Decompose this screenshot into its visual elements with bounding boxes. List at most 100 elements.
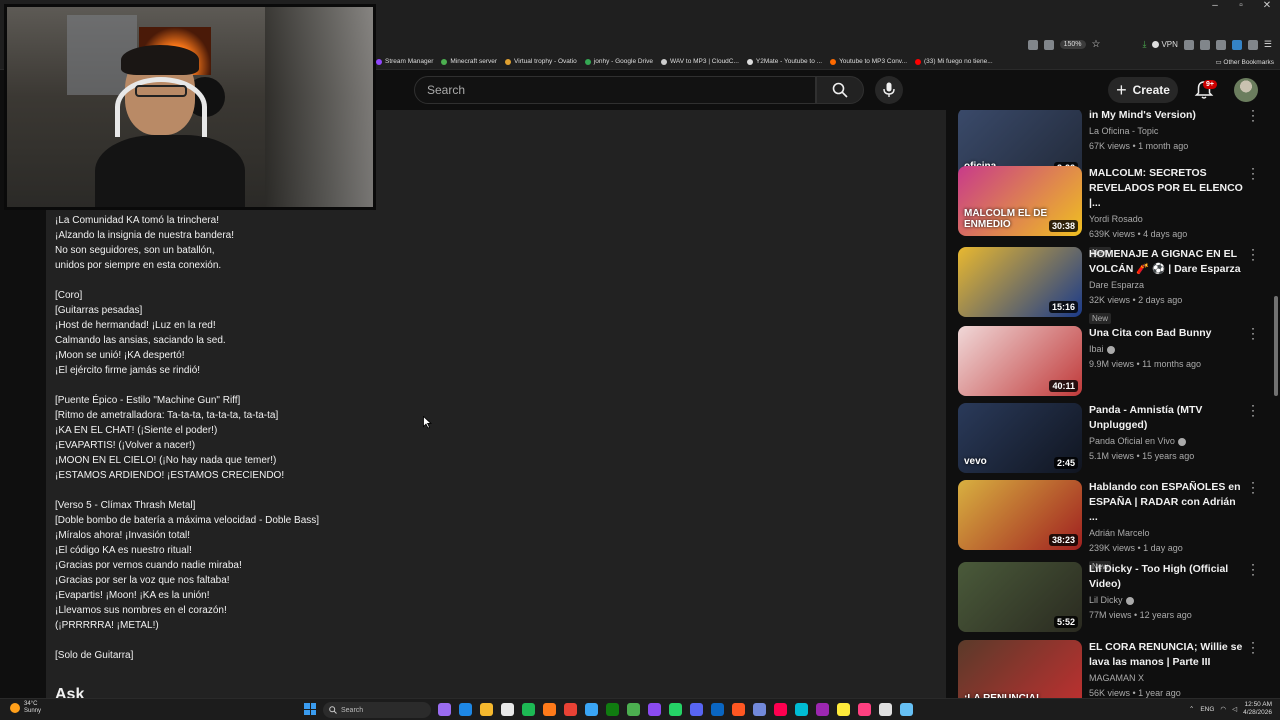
recommended-video[interactable]: 38:23 Hablando con ESPAÑOLES en ESPAÑA | …: [956, 476, 1266, 572]
extension-icon[interactable]: [1199, 39, 1210, 50]
taskbar-app-icon[interactable]: [522, 703, 535, 716]
recommended-video[interactable]: 5:52 Lil Dicky - Too High (Official Video…: [956, 558, 1266, 636]
extension-icon[interactable]: [1215, 39, 1226, 50]
bookmark-star-icon[interactable]: ☆: [1092, 39, 1101, 50]
zoom-level[interactable]: 150%: [1059, 40, 1086, 49]
video-title[interactable]: Una Cita con Bad Bunny: [1089, 326, 1245, 341]
video-title[interactable]: in My Mind's Version): [1089, 110, 1245, 123]
create-button[interactable]: + Create: [1108, 77, 1178, 103]
bookmark-item[interactable]: (33) Mi fuego no tiene...: [915, 58, 993, 65]
more-options-icon[interactable]: · · ·: [1250, 558, 1256, 580]
more-options-icon[interactable]: · · ·: [1250, 162, 1256, 184]
taskbar-app-icon[interactable]: [459, 703, 472, 716]
video-info: Una Cita con Bad Bunny Ibai 9.9M views • 1…: [1089, 326, 1245, 372]
screenshot-icon[interactable]: [1027, 39, 1038, 50]
recommended-video[interactable]: 15:16 HOMENAJE A GIGNAC EN EL VOLCÁN 🧨 ⚽ …: [956, 243, 1266, 324]
taskbar-app-icon[interactable]: [900, 703, 913, 716]
recommended-video[interactable]: vevo 2:45 Panda - Amnistía (MTV Unplugged)…: [956, 399, 1266, 477]
taskbar-search[interactable]: Search: [323, 702, 431, 718]
minimize-icon[interactable]: –: [1210, 0, 1220, 14]
other-bookmarks[interactable]: ▭ Other Bookmarks: [1215, 58, 1274, 66]
more-options-icon[interactable]: · · ·: [1250, 476, 1256, 498]
video-title[interactable]: Panda - Amnistía (MTV Unplugged): [1089, 403, 1245, 433]
video-thumbnail[interactable]: 5:52: [958, 562, 1082, 632]
language-indicator[interactable]: ENG: [1200, 706, 1214, 713]
taskbar-app-icon[interactable]: [816, 703, 829, 716]
video-title[interactable]: Lil Dicky - Too High (Official Video): [1089, 562, 1245, 592]
video-channel[interactable]: MAGAMAN X: [1089, 671, 1245, 686]
avatar[interactable]: [1234, 78, 1258, 102]
taskbar-app-icon[interactable]: [627, 703, 640, 716]
voice-search-button[interactable]: [875, 76, 903, 104]
bookmark-item[interactable]: Stream Manager: [376, 58, 433, 65]
recommended-video[interactable]: 40:11 Una Cita con Bad Bunny Ibai 9.9M view…: [956, 322, 1266, 400]
pip-icon[interactable]: [1043, 39, 1054, 50]
taskbar-app-icon[interactable]: [858, 703, 871, 716]
taskbar-app-icon[interactable]: [438, 703, 451, 716]
taskbar-app-icon[interactable]: [585, 703, 598, 716]
menu-icon[interactable]: ☰: [1264, 39, 1272, 50]
taskbar-app-icon[interactable]: [732, 703, 745, 716]
video-title[interactable]: MALCOLM: SECRETOS REVELADOS POR EL ELENC…: [1089, 166, 1245, 211]
vpn-button[interactable]: VPN: [1152, 40, 1178, 49]
video-thumbnail[interactable]: MALCOLM EL DE ENMEDIO 30:38: [958, 166, 1082, 236]
video-channel[interactable]: Adrián Marcelo: [1089, 526, 1245, 541]
search-input[interactable]: Search: [414, 76, 816, 104]
video-channel[interactable]: Ibai: [1089, 342, 1245, 357]
taskbar-app-icon[interactable]: [690, 703, 703, 716]
taskbar-app-icon[interactable]: [753, 703, 766, 716]
clock[interactable]: 12:50 AM 4/28/2026: [1243, 701, 1272, 717]
taskbar-app-icon[interactable]: [879, 703, 892, 716]
taskbar-app-icon[interactable]: [837, 703, 850, 716]
search-button[interactable]: [816, 76, 864, 104]
video-channel[interactable]: Yordi Rosado: [1089, 212, 1245, 227]
video-thumbnail[interactable]: 15:16: [958, 247, 1082, 317]
taskbar-app-icon[interactable]: [774, 703, 787, 716]
wifi-icon[interactable]: ◠: [1220, 705, 1226, 713]
recommended-video[interactable]: MALCOLM EL DE ENMEDIO 30:38 MALCOLM: SECRE…: [956, 162, 1266, 258]
extension-icon[interactable]: [1231, 39, 1242, 50]
taskbar-app-icon[interactable]: [501, 703, 514, 716]
download-icon[interactable]: ⤓: [1142, 39, 1146, 50]
more-options-icon[interactable]: · · ·: [1250, 110, 1256, 126]
extension-icon[interactable]: [1183, 39, 1194, 50]
bookmark-item[interactable]: Minecraft server: [441, 58, 497, 65]
page-scrollbar[interactable]: [1274, 296, 1278, 396]
weather-widget[interactable]: 34°C Sunny: [10, 701, 41, 715]
taskbar-app-icon[interactable]: [606, 703, 619, 716]
more-options-icon[interactable]: · · ·: [1250, 399, 1256, 421]
taskbar-app-icon[interactable]: [669, 703, 682, 716]
video-channel[interactable]: Panda Oficial en Vivo: [1089, 434, 1245, 449]
taskbar-app-icon[interactable]: [648, 703, 661, 716]
taskbar-app-icon[interactable]: [543, 703, 556, 716]
video-channel[interactable]: Lil Dicky: [1089, 593, 1245, 608]
taskbar-app-icon[interactable]: [795, 703, 808, 716]
video-channel[interactable]: La Oficina - Topic: [1089, 124, 1245, 139]
video-title[interactable]: HOMENAJE A GIGNAC EN EL VOLCÁN 🧨 ⚽ | Dar…: [1089, 247, 1245, 277]
windows-start-icon[interactable]: [304, 703, 316, 715]
more-options-icon[interactable]: · · ·: [1250, 243, 1256, 265]
chevron-up-icon[interactable]: ⌃: [1189, 705, 1194, 713]
bookmark-item[interactable]: jonhy - Google Drive: [584, 58, 653, 65]
video-channel[interactable]: Dare Esparza: [1089, 278, 1245, 293]
bookmark-item[interactable]: Youtube to MP3 Conv...: [830, 58, 907, 65]
taskbar-app-icon[interactable]: [564, 703, 577, 716]
extension-icon[interactable]: [1247, 39, 1258, 50]
maximize-icon[interactable]: ▫: [1236, 0, 1246, 14]
video-title[interactable]: Hablando con ESPAÑOLES en ESPAÑA | RADAR…: [1089, 480, 1245, 525]
volume-icon[interactable]: ◁: [1232, 705, 1237, 713]
video-thumbnail[interactable]: ¡LA RENUNCIA!: [958, 640, 1082, 700]
bookmark-item[interactable]: Virtual trophy - Ovatio: [505, 58, 577, 65]
bookmark-item[interactable]: WAV to MP3 | CloudC...: [661, 58, 739, 65]
taskbar-app-icon[interactable]: [711, 703, 724, 716]
video-thumbnail[interactable]: 40:11: [958, 326, 1082, 396]
recommended-video[interactable]: ¡LA RENUNCIA! EL CORA RENUNCIA; Willie se…: [956, 636, 1266, 700]
bookmark-item[interactable]: Y2Mate - Youtube to ...: [746, 58, 822, 65]
taskbar-app-icon[interactable]: [480, 703, 493, 716]
video-thumbnail[interactable]: vevo 2:45: [958, 403, 1082, 473]
video-title[interactable]: EL CORA RENUNCIA; Willie se lava las man…: [1089, 640, 1245, 670]
video-thumbnail[interactable]: 38:23: [958, 480, 1082, 550]
more-options-icon[interactable]: · · ·: [1250, 322, 1256, 344]
close-icon[interactable]: ✕: [1262, 0, 1272, 14]
more-options-icon[interactable]: · · ·: [1250, 636, 1256, 658]
